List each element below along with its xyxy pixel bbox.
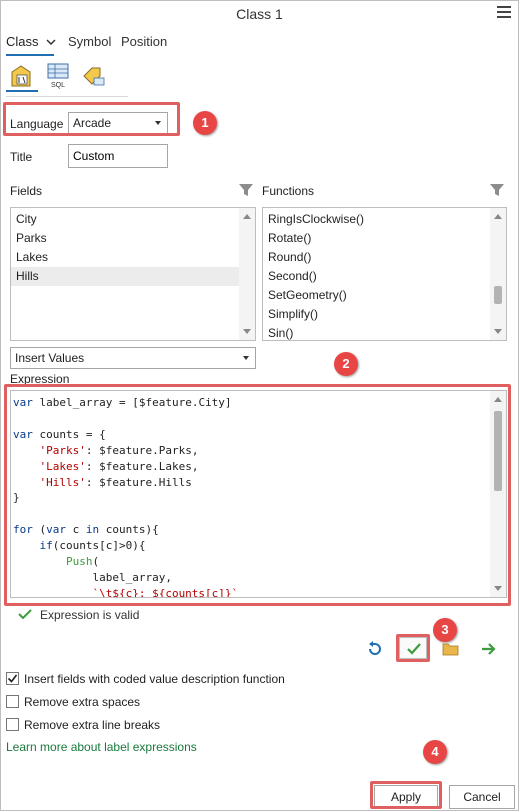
learn-more-link[interactable]: Learn more about label expressions bbox=[6, 740, 197, 754]
callout-badge-3: 3 bbox=[433, 618, 457, 642]
sql-icon-label: SQL bbox=[51, 82, 65, 89]
sql-table-icon: SQL bbox=[47, 63, 69, 89]
function-item[interactable]: RingIsClockwise() bbox=[263, 210, 506, 229]
function-item[interactable]: SetGeometry() bbox=[263, 286, 506, 305]
title-bar: Class 1 bbox=[0, 0, 519, 28]
remove-extra-spaces-checkbox[interactable] bbox=[6, 695, 19, 708]
window-title: Class 1 bbox=[236, 6, 283, 22]
field-item-parks[interactable]: Parks bbox=[11, 229, 255, 248]
function-item[interactable]: Rotate() bbox=[263, 229, 506, 248]
label-tag-icon bbox=[83, 67, 105, 86]
dropdown-arrow-icon bbox=[243, 356, 249, 360]
callout-badge-2: 2 bbox=[334, 352, 358, 376]
remove-line-breaks-checkbox[interactable] bbox=[6, 718, 19, 731]
fields-list[interactable]: City Parks Lakes Hills bbox=[10, 207, 256, 341]
function-item[interactable]: Simplify() bbox=[263, 305, 506, 324]
function-item[interactable]: Second() bbox=[263, 267, 506, 286]
scroll-up-arrow-icon[interactable] bbox=[494, 214, 502, 219]
title-label: Title bbox=[10, 150, 33, 164]
scroll-down-arrow-icon[interactable] bbox=[494, 329, 502, 334]
field-item-city[interactable]: City bbox=[11, 210, 255, 229]
expression-status: Expression is valid bbox=[40, 608, 140, 622]
insert-values-dropdown[interactable]: Insert Values bbox=[10, 347, 256, 369]
checkbox-check-icon bbox=[7, 674, 18, 683]
functions-header: Functions bbox=[262, 184, 315, 198]
tab-symbol[interactable]: Symbol bbox=[68, 34, 111, 49]
chevron-down-icon bbox=[46, 39, 56, 46]
coded-value-checkbox[interactable] bbox=[6, 672, 19, 685]
insert-values-value: Insert Values bbox=[15, 351, 85, 365]
function-item[interactable]: Sin() bbox=[263, 324, 506, 340]
tab-position[interactable]: Position bbox=[121, 34, 167, 49]
field-item-hills[interactable]: Hills bbox=[11, 267, 239, 286]
hamburger-menu-icon[interactable] bbox=[497, 6, 511, 20]
fields-scrollbar[interactable] bbox=[239, 208, 255, 340]
highlight-box-expression bbox=[4, 384, 511, 606]
functions-list[interactable]: RingIsClockwise() Rotate() Round() Secon… bbox=[262, 207, 507, 341]
functions-scrollbar[interactable] bbox=[490, 208, 506, 340]
remove-line-breaks-label: Remove extra line breaks bbox=[24, 718, 161, 732]
tab-class-label: Class bbox=[6, 34, 39, 49]
undo-icon[interactable] bbox=[366, 640, 384, 658]
label-expression-icon bbox=[11, 65, 31, 87]
title-input[interactable] bbox=[68, 144, 168, 168]
tab-class[interactable]: Class bbox=[6, 34, 56, 49]
active-tab-underline bbox=[6, 54, 54, 56]
callout-badge-4: 4 bbox=[423, 740, 447, 764]
function-item[interactable]: Round() bbox=[263, 248, 506, 267]
label-expression-button[interactable] bbox=[6, 62, 38, 92]
label-filter-button[interactable] bbox=[78, 62, 110, 92]
toolbar-divider bbox=[6, 96, 128, 97]
field-item-lakes[interactable]: Lakes bbox=[11, 248, 255, 267]
open-folder-icon[interactable] bbox=[442, 641, 460, 657]
callout-badge-1: 1 bbox=[193, 111, 217, 135]
label-class-toolbar: SQL bbox=[6, 62, 124, 98]
scroll-down-arrow-icon[interactable] bbox=[243, 329, 251, 334]
highlight-box-language bbox=[3, 102, 180, 136]
coded-value-label: Insert fields with coded value descripti… bbox=[24, 672, 285, 686]
scroll-up-arrow-icon[interactable] bbox=[243, 214, 251, 219]
functions-scroll-thumb[interactable] bbox=[494, 286, 502, 304]
valid-check-icon bbox=[18, 609, 32, 619]
sql-query-button[interactable]: SQL bbox=[42, 62, 74, 92]
cancel-button[interactable]: Cancel bbox=[449, 785, 515, 809]
export-arrow-icon[interactable] bbox=[480, 640, 498, 658]
fields-header: Fields bbox=[10, 184, 43, 198]
fields-filter-icon[interactable] bbox=[238, 182, 254, 198]
functions-filter-icon[interactable] bbox=[489, 182, 505, 198]
highlight-box-verify bbox=[396, 634, 430, 662]
remove-extra-spaces-label: Remove extra spaces bbox=[24, 695, 141, 709]
highlight-box-apply bbox=[370, 781, 442, 809]
